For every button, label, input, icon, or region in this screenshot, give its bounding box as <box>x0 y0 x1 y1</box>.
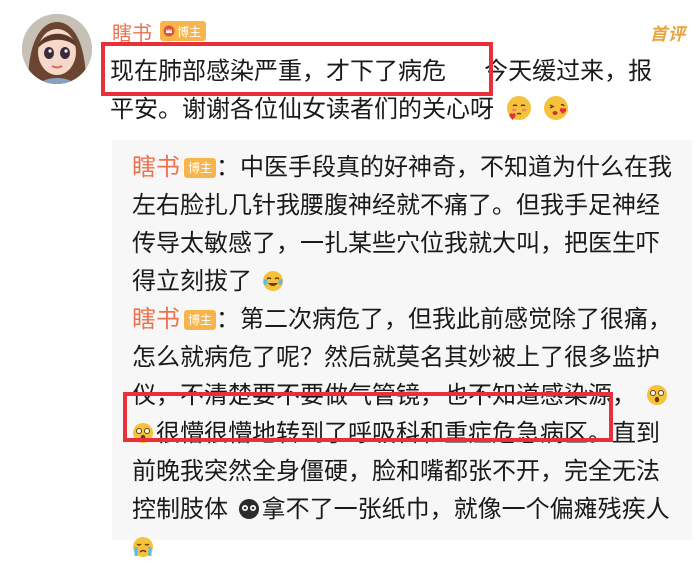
laugh-cry-emoji-icon <box>262 271 283 291</box>
post-header: 瞎书 博主 <box>112 16 207 46</box>
blush-heart-emoji-icon <box>506 96 531 120</box>
reply-line: 控制肢体 拿不了一张纸巾，就像一个偏瘫残疾人 <box>132 490 687 528</box>
reply-line: 怎么就病危了呢？然后就莫名其妙被上了很多监护 <box>132 343 660 371</box>
highlighted-text: 现在肺部感染严重，才下了病危 <box>110 57 446 85</box>
reply-line: 前晚我突然全身僵硬，脸和嘴都张不开，完全无法 <box>132 457 660 485</box>
reply-line: 传导太敏感了，一扎某些穴位我就大叫，把医生吓 <box>132 229 660 257</box>
post-body: 现在肺部感染严重，才下了病危 今天缓过来，报 平安。谢谢各位仙女读者们的关心呀 <box>110 52 688 128</box>
highlighted-text: 很懵很懵地转到了呼吸科和重症危急病区 <box>156 419 588 447</box>
stunned-emoji-icon <box>133 423 153 443</box>
blogger-badge-label: 博主 <box>177 24 202 39</box>
reply-text: ：第二次病危了，但我此前感觉除了很痛， <box>216 305 673 333</box>
reply-line: 仪，不清楚要不要做气管镜，也不知道感染源， <box>132 376 687 414</box>
reply-line <box>132 528 687 566</box>
reply-text: 仪，不清楚要不要做气管镜，也不知道感染源， <box>132 381 636 409</box>
reply-author-name[interactable]: 瞎书 <box>132 153 180 181</box>
post-line-2: 平安。谢谢各位仙女读者们的关心呀 <box>110 90 688 128</box>
reply-line: 左右脸扎几针我腰腹神经就不痛了。但我手足神经 <box>132 191 660 219</box>
reply-author-name[interactable]: 瞎书 <box>132 305 180 333</box>
reply-text: 得立刻拔了 <box>132 267 252 295</box>
post-text-line2: 平安。谢谢各位仙女读者们的关心呀 <box>110 95 494 123</box>
kiss-emoji-icon <box>544 96 569 120</box>
crying-emoji-icon <box>133 537 153 557</box>
reply-2: 瞎书 博主 ：第二次病危了，但我此前感觉除了很痛， 怎么就病危了呢？然后就莫名其妙被… <box>132 300 687 566</box>
reply-line: 瞎书 博主 ：第二次病危了，但我此前感觉除了很痛， <box>132 300 687 338</box>
reply-line: 瞎书 博主 ：中医手段真的好神奇，不知道为什么在我 <box>132 148 687 186</box>
reply-panel: 瞎书 博主 ：中医手段真的好神奇，不知道为什么在我 左右脸扎几针我腰腹神经就不痛了。… <box>112 140 692 557</box>
reply-line: 很懵很懵地转到了呼吸科和重症危急病区。直到 <box>132 414 687 452</box>
reply-1: 瞎书 博主 ：中医手段真的好神奇，不知道为什么在我 左右脸扎几针我腰腹神经就不痛了。… <box>132 148 687 300</box>
stunned-emoji-icon <box>646 385 667 405</box>
first-comment-label: 首评 <box>650 25 686 45</box>
blogger-badge: 博主 <box>184 310 217 330</box>
dark-face-emoji-icon <box>238 499 259 519</box>
reply-text: 拿不了一张纸巾，就像一个偏瘫残疾人 <box>261 495 670 523</box>
post-line-1: 现在肺部感染严重，才下了病危 今天缓过来，报 <box>110 52 688 90</box>
blogger-badge: 博主 <box>160 21 207 41</box>
post-text-rest: 今天缓过来，报 <box>484 57 653 85</box>
reply-text: 控制肢体 <box>132 495 228 523</box>
author-avatar[interactable] <box>22 14 92 84</box>
reply-text: 。直到 <box>588 419 660 447</box>
blogger-badge: 博主 <box>184 158 217 178</box>
reply-line: 得立刻拔了 <box>132 262 687 300</box>
reply-text: ：中医手段真的好神奇，不知道为什么在我 <box>216 153 673 181</box>
crown-icon <box>163 25 175 37</box>
post-author-name[interactable]: 瞎书 <box>112 17 152 46</box>
